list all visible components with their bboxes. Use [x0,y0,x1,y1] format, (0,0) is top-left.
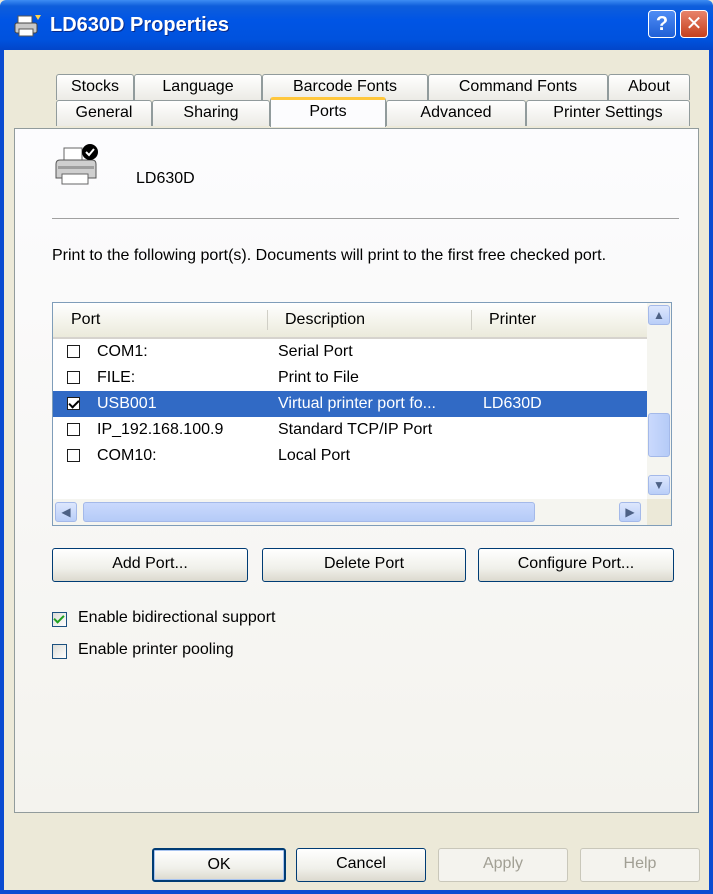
tab-stocks[interactable]: Stocks [56,74,134,100]
port-name: FILE: [97,369,136,386]
port-name: COM1: [97,343,148,360]
horizontal-scroll-thumb[interactable] [83,502,535,522]
window-title: LD630D Properties [50,14,229,36]
port-list-header: Port Description Printer [53,303,647,339]
port-row-selected[interactable]: USB001 Virtual printer port fo... LD630D [53,391,647,417]
vertical-scrollbar[interactable]: ▲ ▼ [647,303,671,499]
tab-printer-settings[interactable]: Printer Settings [526,100,690,126]
scroll-down-button[interactable]: ▼ [648,475,670,495]
instructions-text: Print to the following port(s). Document… [52,247,607,264]
scroll-right-button[interactable]: ▶ [619,502,641,522]
tab-sharing[interactable]: Sharing [152,100,270,126]
scroll-corner [647,499,671,525]
tab-ports[interactable]: Ports [270,97,386,127]
port-row[interactable]: IP_192.168.100.9 Standard TCP/IP Port [53,417,647,443]
window-frame-bottom [0,890,713,894]
window-frame-left [0,50,4,894]
port-row[interactable]: FILE: Print to File [53,365,647,391]
window-frame-right [709,50,713,894]
help-button[interactable]: Help [580,848,700,882]
scroll-left-button[interactable]: ◀ [55,502,77,522]
column-divider[interactable] [267,310,268,330]
ok-button[interactable]: OK [152,848,286,882]
close-button[interactable]: ✕ [680,10,708,38]
printer-title-icon [14,15,41,37]
bidirectional-checkbox[interactable] [52,612,67,627]
port-description: Standard TCP/IP Port [278,421,433,438]
add-port-button[interactable]: Add Port... [52,548,248,582]
cancel-button[interactable]: Cancel [296,848,426,882]
printer-icon [55,144,98,185]
vertical-scroll-thumb[interactable] [648,413,670,457]
port-list[interactable]: Port Description Printer COM1: Serial Po… [52,302,672,526]
port-description: Virtual printer port fo... [278,395,436,412]
port-row[interactable]: COM1: Serial Port [53,339,647,365]
port-printer: LD630D [483,395,542,412]
scroll-up-button[interactable]: ▲ [648,305,670,325]
port-description: Print to File [278,369,359,386]
port-description: Local Port [278,447,351,464]
port-row[interactable]: COM10: Local Port [53,443,647,469]
port-checkbox[interactable] [67,423,80,436]
tab-about[interactable]: About [608,74,690,100]
tab-command-fonts[interactable]: Command Fonts [428,74,608,100]
horizontal-scrollbar[interactable]: ◀ ▶ [53,499,647,525]
separator [52,218,679,219]
pooling-checkbox[interactable] [52,644,67,659]
title-bar[interactable]: LD630D Properties ? ✕ [0,0,713,50]
pooling-label[interactable]: Enable printer pooling [78,641,234,659]
port-name: COM10: [97,447,157,464]
bidirectional-label[interactable]: Enable bidirectional support [78,609,275,627]
port-name: IP_192.168.100.9 [97,421,224,438]
configure-port-button[interactable]: Configure Port... [478,548,674,582]
delete-port-button[interactable]: Delete Port [262,548,466,582]
port-checkbox[interactable] [67,371,80,384]
column-header-printer[interactable]: Printer [489,311,536,329]
tab-advanced[interactable]: Advanced [386,100,526,126]
column-header-description[interactable]: Description [285,311,365,329]
port-checkbox-checked[interactable] [67,397,80,410]
port-description: Serial Port [278,343,353,360]
printer-name: LD630D [136,170,195,187]
port-checkbox[interactable] [67,345,80,358]
port-checkbox[interactable] [67,449,80,462]
help-title-button[interactable]: ? [648,10,676,38]
column-divider[interactable] [471,310,472,330]
column-header-port[interactable]: Port [71,311,100,329]
tab-language[interactable]: Language [134,74,262,100]
tab-general[interactable]: General [56,100,152,126]
apply-button[interactable]: Apply [438,848,568,882]
port-name: USB001 [97,395,157,412]
